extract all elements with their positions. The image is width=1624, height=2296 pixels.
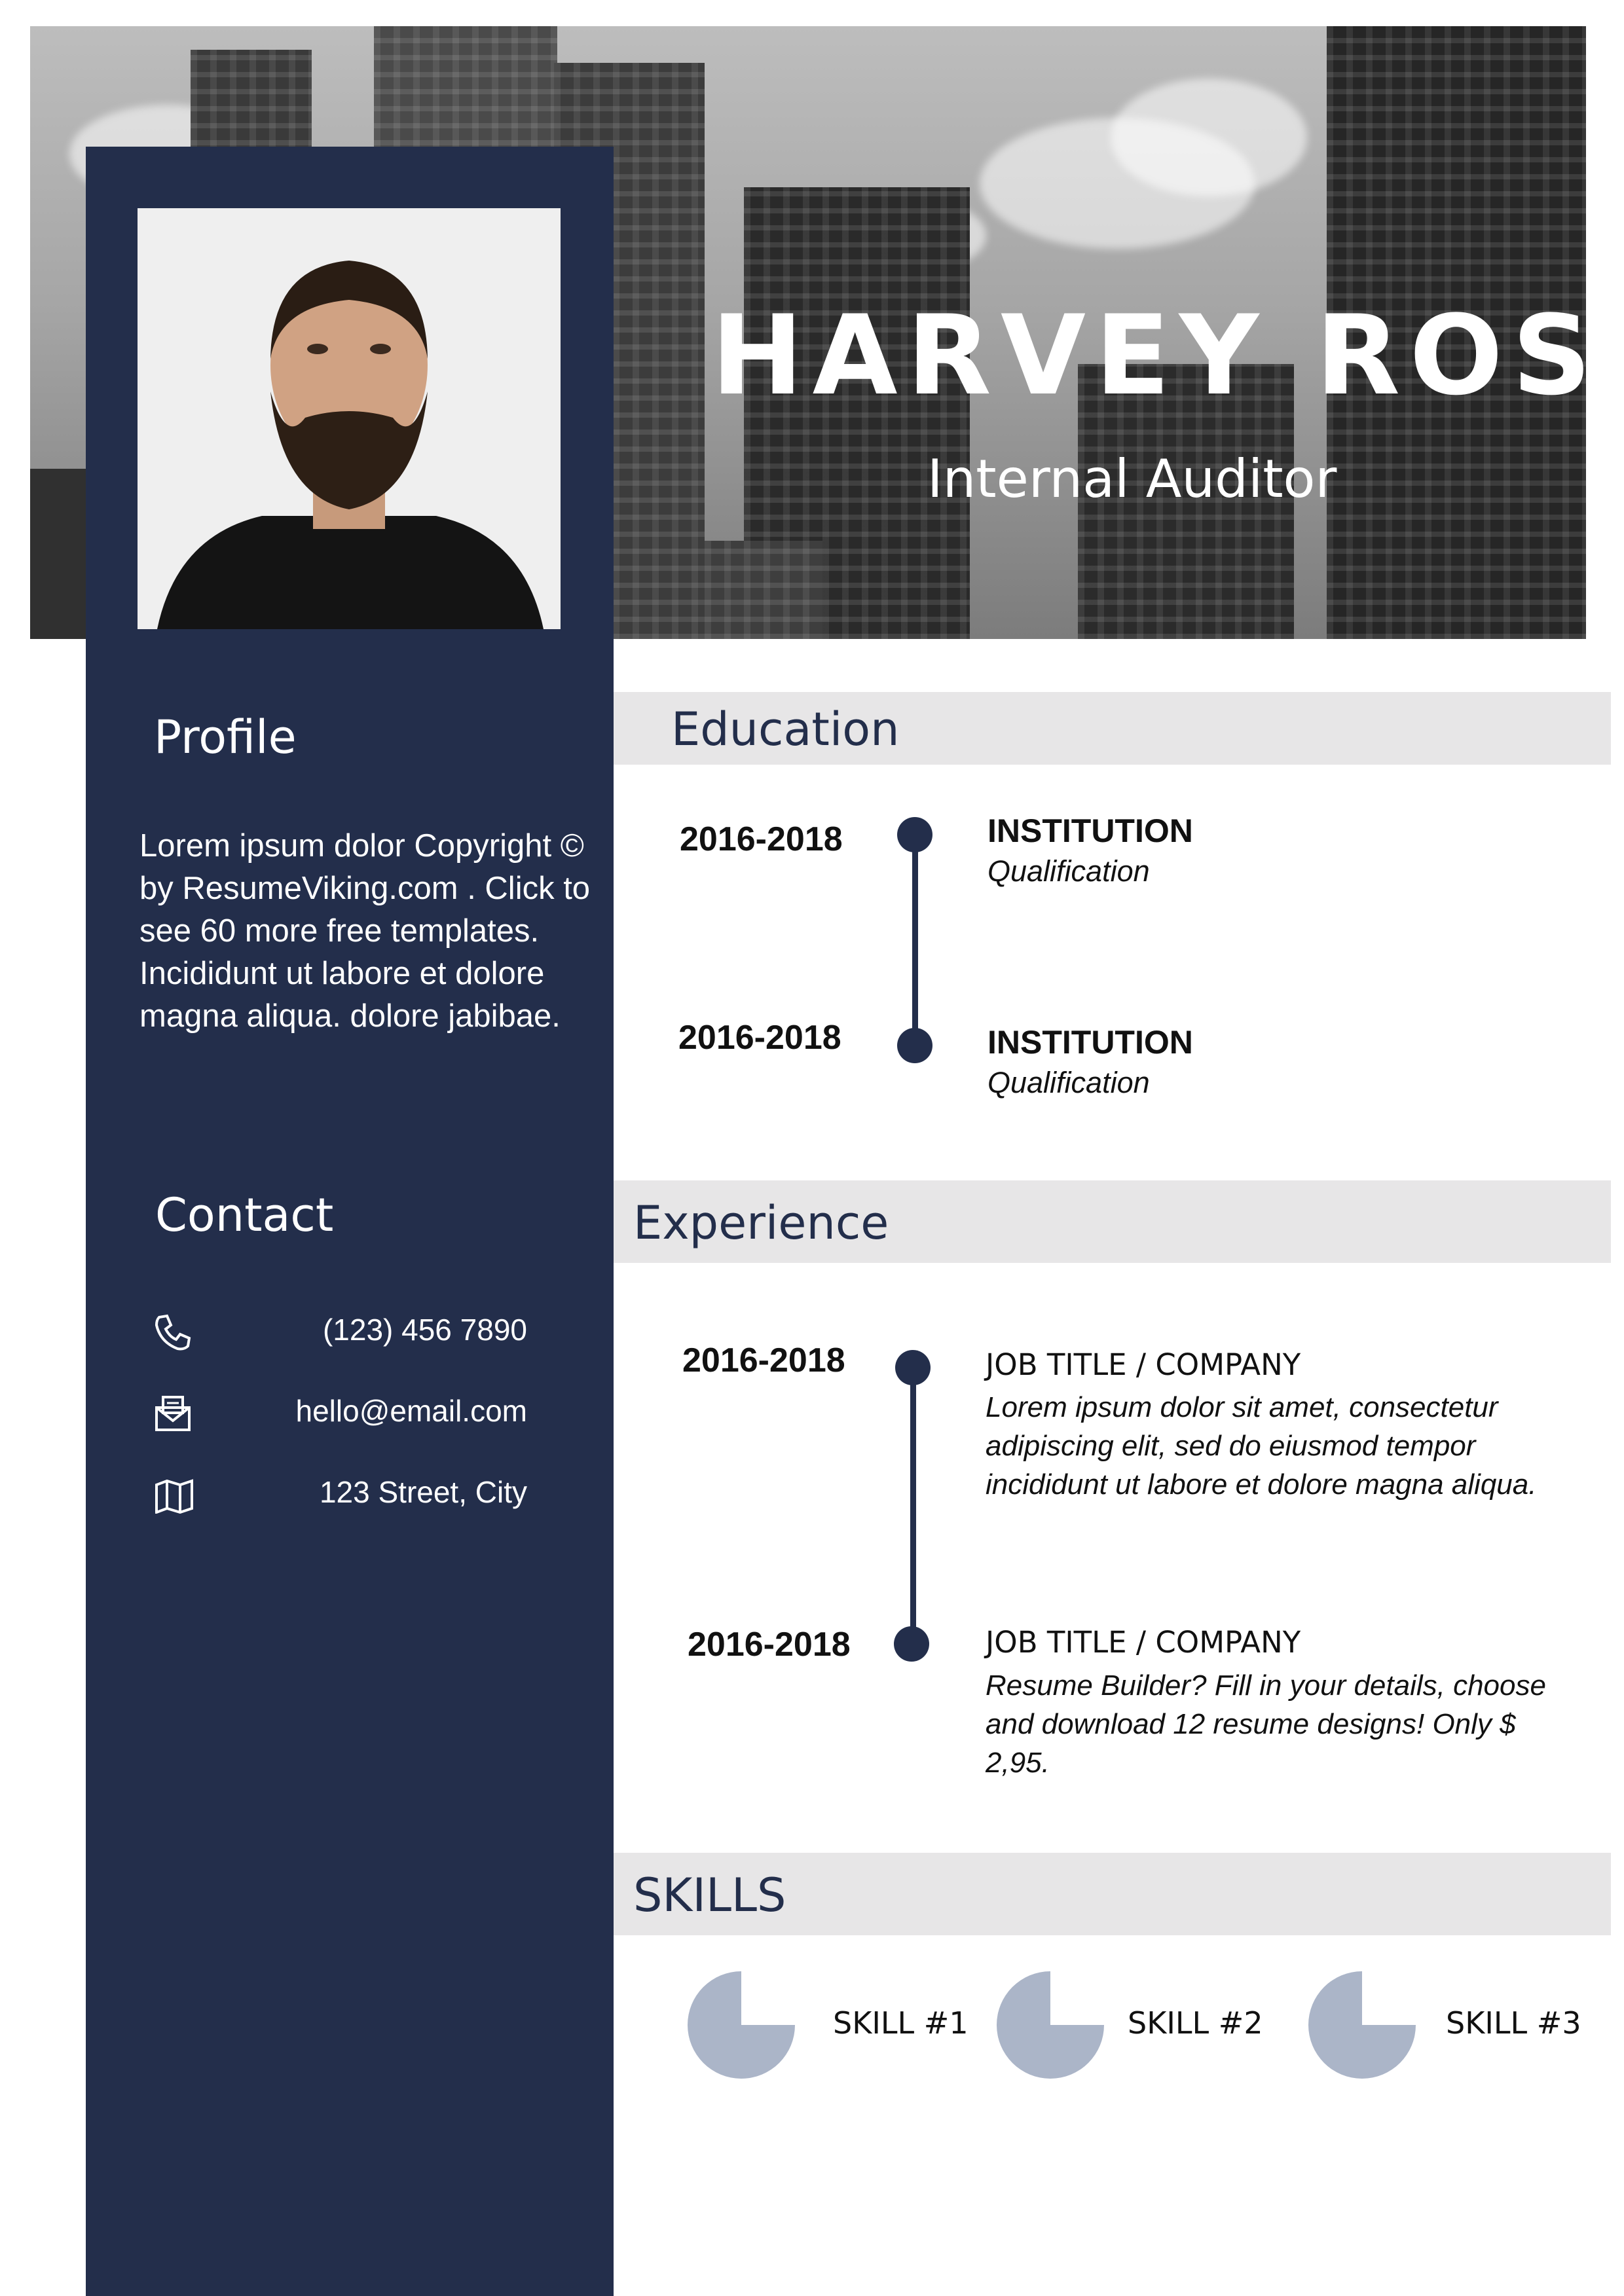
skill-level-chart [997, 1971, 1104, 2079]
contact-heading: Contact [155, 1188, 334, 1242]
contact-email: hello@email.com [154, 1391, 527, 1436]
timeline-dot [895, 1350, 931, 1385]
profile-heading: Profile [154, 710, 297, 764]
education-heading: Education [671, 702, 900, 756]
education-years: 2016-2018 [680, 820, 843, 858]
skill-label: SKILL #3 [1446, 2005, 1581, 2041]
experience-heading: Experience [633, 1196, 889, 1250]
contact-address: 123 Street, City [154, 1472, 527, 1518]
education-qualification: Qualification [987, 854, 1150, 888]
timeline-dot [897, 817, 932, 852]
skill-level-slice [1308, 1971, 1416, 2079]
experience-section-header: Experience [614, 1180, 1611, 1263]
address-value: 123 Street, City [319, 1475, 527, 1509]
experience-job-title: JOB TITLE / COMPANY [986, 1347, 1301, 1382]
experience-timeline-line [910, 1368, 916, 1643]
profile-photo [138, 208, 561, 629]
experience-years: 2016-2018 [688, 1626, 851, 1664]
phone-value: (123) 456 7890 [322, 1313, 527, 1347]
experience-job-title: JOB TITLE / COMPANY [986, 1625, 1301, 1660]
profile-text: Lorem ipsum dolor Copyright © by ResumeV… [139, 828, 591, 1034]
skill-label: SKILL #2 [1128, 2005, 1263, 2041]
skill-level-chart [1308, 1971, 1416, 2079]
skill-level-slice [688, 1971, 795, 2079]
map-icon [154, 1476, 193, 1514]
education-institution: INSTITUTION [987, 1024, 1193, 1061]
education-years: 2016-2018 [678, 1019, 841, 1057]
education-timeline-line [912, 835, 918, 1048]
education-section-header: Education [614, 692, 1611, 765]
job-title: Internal Auditor [927, 448, 1337, 509]
experience-description: Lorem ipsum dolor sit amet, consectetur … [986, 1391, 1537, 1501]
education-qualification: Qualification [987, 1066, 1150, 1099]
skills-heading: SKILLS [633, 1868, 786, 1922]
skill-level-slice [997, 1971, 1104, 2079]
email-value: hello@email.com [295, 1394, 528, 1428]
phone-icon [154, 1313, 192, 1351]
experience-years: 2016-2018 [682, 1341, 845, 1379]
mail-icon [154, 1394, 192, 1432]
skill-level-chart [688, 1971, 795, 2079]
candidate-name: HARVEY ROSS [711, 291, 1586, 420]
skill-label: SKILL #1 [833, 2005, 969, 2041]
experience-description: Resume Builder? Fill in your details, ch… [986, 1669, 1546, 1779]
timeline-dot [897, 1028, 932, 1063]
skills-section-header: SKILLS [614, 1853, 1611, 1935]
timeline-dot [894, 1626, 929, 1662]
education-institution: INSTITUTION [987, 812, 1193, 849]
contact-phone: (123) 456 7890 [154, 1309, 527, 1355]
